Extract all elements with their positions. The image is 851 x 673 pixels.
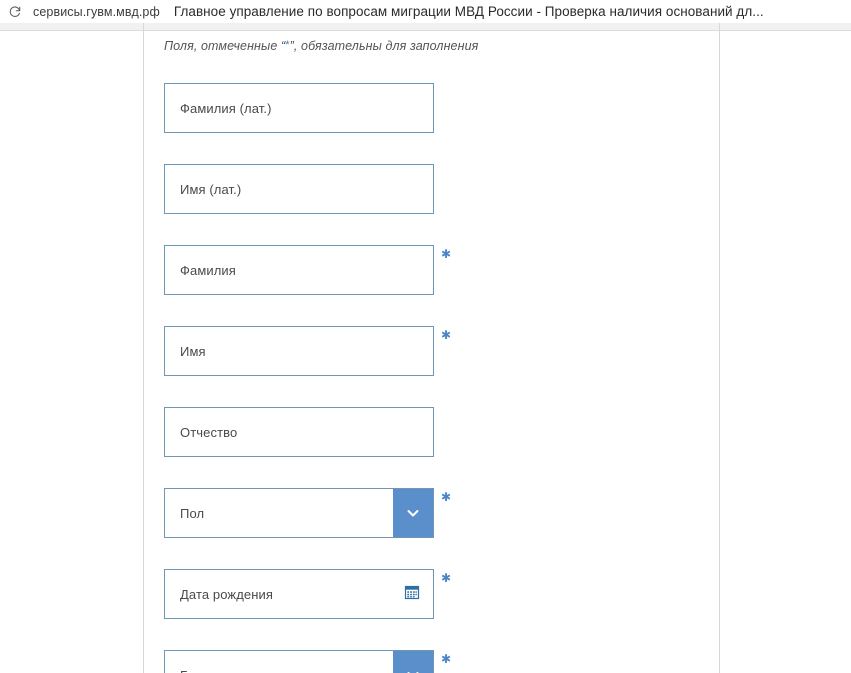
page-viewport: Поля, отмеченные “*”, обязательны для за… <box>0 31 851 673</box>
field-firstname-latin: Имя (лат.) <box>164 164 434 214</box>
separator-tick <box>143 23 144 31</box>
required-mark-firstname: ✱ <box>441 328 452 342</box>
browser-window: сервисы.гувм.мвд.рф Главное управление п… <box>0 0 851 673</box>
placeholder-firstname-latin: Имя (лат.) <box>180 181 242 197</box>
input-firstname[interactable]: Имя <box>164 326 434 376</box>
chrome-separator <box>0 23 851 31</box>
input-citizenship[interactable]: Гражданство <box>164 650 434 673</box>
browser-title-bar: сервисы.гувм.мвд.рф Главное управление п… <box>0 0 851 23</box>
input-birth-date[interactable]: Дата рождения <box>164 569 434 619</box>
field-gender: Пол ✱ <box>164 488 451 538</box>
field-birth-date: Дата рождения ✱ <box>164 569 451 619</box>
placeholder-birth-date: Дата рождения <box>180 586 274 602</box>
field-surname: Фамилия ✱ <box>164 245 451 295</box>
placeholder-surname: Фамилия <box>180 262 236 278</box>
required-mark-citizenship: ✱ <box>441 652 452 666</box>
required-mark-gender: ✱ <box>441 490 452 504</box>
input-surname[interactable]: Фамилия <box>164 245 434 295</box>
placeholder-gender: Пол <box>180 505 205 521</box>
input-surname-latin[interactable]: Фамилия (лат.) <box>164 83 434 133</box>
input-gender[interactable]: Пол <box>164 488 434 538</box>
required-mark-birth-date: ✱ <box>441 571 452 585</box>
reload-icon[interactable] <box>7 4 23 20</box>
chevron-down-icon <box>405 505 421 521</box>
calendar-picker-birth-date[interactable] <box>403 585 421 603</box>
separator-tick <box>719 23 720 31</box>
input-firstname-latin[interactable]: Имя (лат.) <box>164 164 434 214</box>
field-patronymic: Отчество <box>164 407 434 457</box>
placeholder-firstname: Имя <box>180 343 206 359</box>
chevron-down-icon <box>405 667 421 673</box>
dropdown-toggle-citizenship[interactable] <box>393 651 433 673</box>
field-citizenship: Гражданство ✱ <box>164 650 451 673</box>
required-mark-surname: ✱ <box>441 247 452 261</box>
field-surname-latin: Фамилия (лат.) <box>164 83 434 133</box>
dropdown-toggle-gender[interactable] <box>393 489 433 537</box>
input-patronymic[interactable]: Отчество <box>164 407 434 457</box>
placeholder-surname-latin: Фамилия (лат.) <box>180 100 272 116</box>
content-column: Поля, отмеченные “*”, обязательны для за… <box>143 31 720 673</box>
site-host[interactable]: сервисы.гувм.мвд.рф <box>33 5 160 19</box>
registration-form: Фамилия (лат.) Имя (лат.) Фамилия ✱ Имя ✱ Отче… <box>144 31 721 673</box>
page-title: Главное управление по вопросам миграции … <box>173 4 764 19</box>
placeholder-citizenship: Гражданство <box>165 668 259 673</box>
placeholder-patronymic: Отчество <box>180 424 238 440</box>
calendar-icon <box>404 584 420 605</box>
field-firstname: Имя ✱ <box>164 326 451 376</box>
